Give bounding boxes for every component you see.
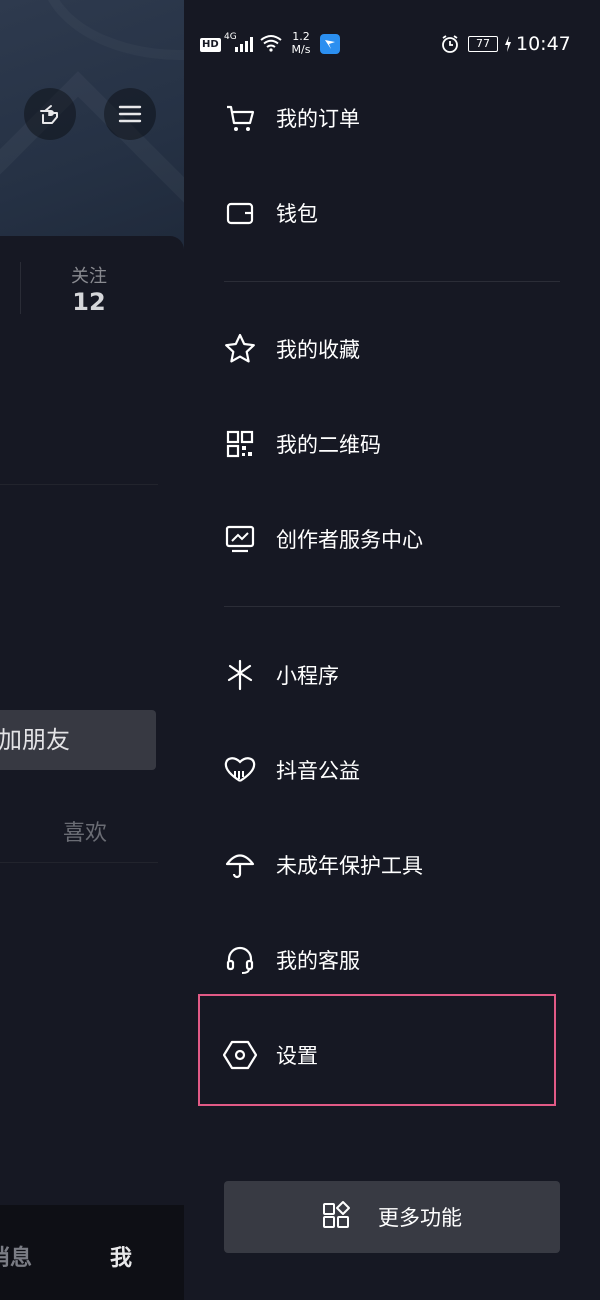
headset-icon: [222, 942, 258, 978]
add-friend-button[interactable]: 加朋友: [0, 710, 156, 770]
profile-banner: [0, 0, 184, 260]
nav-messages[interactable]: 消息: [0, 1240, 32, 1272]
wallet-icon: [222, 195, 258, 231]
nav-me[interactable]: 我: [110, 1240, 132, 1272]
menu-divider: [224, 606, 560, 607]
qrcode-icon: [222, 426, 258, 462]
menu-item-mini-programs[interactable]: 小程序: [222, 645, 562, 705]
mini-program-icon: [222, 657, 258, 693]
hamburger-icon: [118, 105, 142, 123]
wifi-icon: [260, 35, 282, 52]
net-speed: 1.2 M/s: [288, 30, 314, 56]
hd-badge: HD: [200, 38, 221, 52]
menu-item-label: 我的客服: [276, 949, 360, 973]
more-features-label: 更多功能: [378, 1206, 462, 1230]
tab-likes[interactable]: 喜欢: [40, 815, 130, 847]
stat-divider: [20, 262, 21, 314]
umbrella-icon: [222, 847, 258, 883]
menu-item-label: 钱包: [276, 202, 318, 226]
menu-item-label: 设置: [276, 1044, 318, 1068]
more-features-button[interactable]: 更多功能: [224, 1181, 560, 1253]
menu-item-orders[interactable]: 我的订单: [222, 88, 562, 148]
creator-monitor-icon: [222, 521, 258, 557]
signal-icon: [235, 37, 253, 52]
net-speed-unit: M/s: [291, 43, 311, 56]
following-count[interactable]: 12: [58, 288, 120, 316]
add-friend-label: 加朋友: [0, 726, 70, 754]
menu-item-label: 抖音公益: [276, 759, 360, 783]
menu-item-wallet[interactable]: 钱包: [222, 183, 562, 243]
menu-item-creator-center[interactable]: 创作者服务中心: [222, 509, 562, 569]
menu-item-label: 我的二维码: [276, 433, 381, 457]
menu-item-customer-service[interactable]: 我的客服: [222, 930, 562, 990]
menu-item-label: 小程序: [276, 664, 339, 688]
battery-indicator: 77: [468, 36, 498, 52]
menu-item-label: 我的订单: [276, 107, 360, 131]
side-drawer: HD 4G 1.2 M/s 77 10:47 我的订单 钱包 我的收藏 我的二维…: [184, 0, 600, 1300]
alarm-icon: [442, 35, 458, 53]
profile-divider: [0, 484, 158, 485]
status-bar: HD 4G 1.2 M/s 77 10:47: [184, 28, 600, 62]
menu-item-favorites[interactable]: 我的收藏: [222, 319, 562, 379]
menu-button[interactable]: [104, 88, 156, 140]
menu-item-label: 创作者服务中心: [276, 528, 423, 552]
star-icon: [222, 331, 258, 367]
clock: 10:47: [516, 33, 571, 55]
menu-item-qrcode[interactable]: 我的二维码: [222, 414, 562, 474]
cart-icon: [222, 100, 258, 136]
menu-item-label: 未成年保护工具: [276, 854, 423, 878]
menu-item-minor-protection[interactable]: 未成年保护工具: [222, 835, 562, 895]
charity-heart-icon: [222, 752, 258, 788]
share-hand-button[interactable]: [24, 88, 76, 140]
grid-apps-icon: [322, 1200, 352, 1234]
menu-item-label: 我的收藏: [276, 338, 360, 362]
menu-divider: [224, 281, 560, 282]
settings-hexagon-icon: [222, 1037, 258, 1073]
charging-icon: [505, 36, 511, 52]
pointing-hand-icon: [40, 105, 58, 124]
menu-item-settings[interactable]: 设置: [222, 1025, 562, 1085]
net-speed-value: 1.2: [292, 30, 310, 43]
tabs-divider: [0, 862, 158, 863]
menu-item-charity[interactable]: 抖音公益: [222, 740, 562, 800]
following-label: 关注: [71, 266, 107, 287]
profile-page-background: 关注 12 加朋友 喜欢 消息 我: [0, 0, 184, 1300]
app-notification-icon: [320, 34, 340, 54]
